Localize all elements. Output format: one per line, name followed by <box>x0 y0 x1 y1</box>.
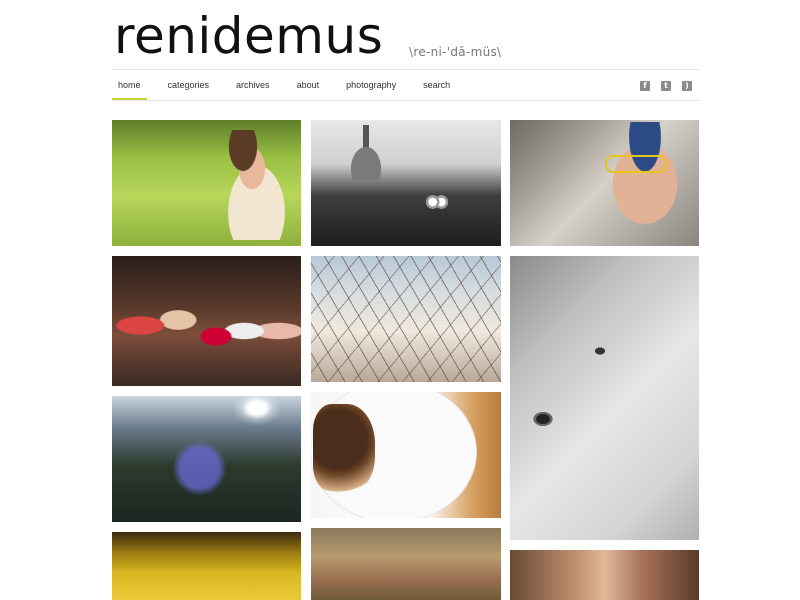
nav-item-categories[interactable]: categories <box>162 70 216 100</box>
photo-detail <box>311 256 501 382</box>
photo-detail <box>232 396 282 426</box>
facebook-icon[interactable]: f <box>640 81 650 91</box>
gallery-photo-girl-in-grass[interactable] <box>112 120 301 246</box>
photo-subject <box>112 276 301 386</box>
nav-divider <box>112 100 700 101</box>
photo-detail <box>590 344 610 358</box>
photo-subject <box>207 130 297 240</box>
gallery-photo-sunlit-trees[interactable] <box>112 396 301 522</box>
site-title[interactable]: renidemus <box>114 6 383 66</box>
nav-item-home[interactable]: home <box>112 70 147 100</box>
gallery-photo-man-glasses[interactable] <box>510 120 699 246</box>
twitter-icon[interactable]: t <box>661 81 671 91</box>
gallery-photo-family[interactable] <box>112 256 301 386</box>
social-links: f t ) <box>629 81 692 91</box>
main-nav: home categories archives about photograp… <box>112 70 471 100</box>
gallery-photo-ring[interactable] <box>311 120 501 246</box>
nav-item-photography[interactable]: photography <box>340 70 402 100</box>
page-wrapper: renidemus \re-ni-'dā-müs\ home categorie… <box>112 0 700 600</box>
photo-detail <box>426 195 448 209</box>
nav-item-archives[interactable]: archives <box>230 70 276 100</box>
nav-item-search[interactable]: search <box>417 70 456 100</box>
photo-detail <box>528 408 558 430</box>
photo-detail <box>336 125 396 180</box>
gallery-photo-autumn-trees[interactable] <box>311 528 501 600</box>
gallery-photo-cake[interactable] <box>311 392 501 518</box>
nav-item-about[interactable]: about <box>291 70 326 100</box>
gallery-photo-yellow-leaves[interactable] <box>112 532 301 600</box>
gallery-photo-two-children[interactable] <box>510 550 699 600</box>
rss-icon[interactable]: ) <box>682 81 692 91</box>
site-pronunciation: \re-ni-'dā-müs\ <box>409 45 502 59</box>
gallery-photo-baby[interactable] <box>510 256 699 540</box>
gallery-photo-blossoms[interactable] <box>311 256 501 382</box>
photo-subject <box>313 404 375 492</box>
photo-detail <box>172 441 227 496</box>
photo-subject <box>595 122 695 246</box>
photo-detail <box>605 155 667 173</box>
